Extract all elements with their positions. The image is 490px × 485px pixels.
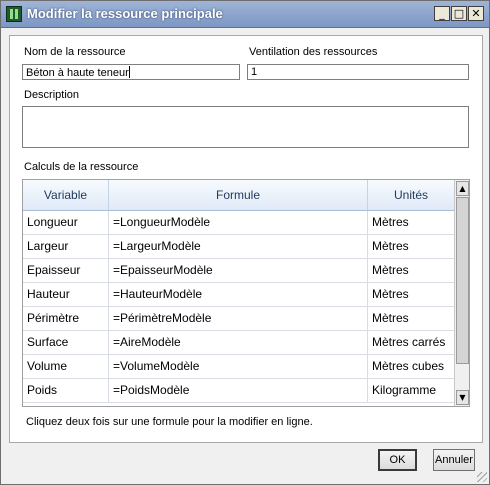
variable-cell: Hauteur bbox=[23, 283, 109, 306]
minimize-button[interactable]: _ bbox=[434, 6, 450, 21]
variable-cell: Volume bbox=[23, 355, 109, 378]
cancel-button[interactable]: Annuler bbox=[433, 449, 475, 471]
scroll-up-icon[interactable]: ▲ bbox=[456, 181, 469, 196]
formula-cell[interactable]: =PoidsModèle bbox=[109, 379, 368, 402]
resource-name-input[interactable]: Béton à haute teneur bbox=[22, 64, 240, 80]
variable-cell: Largeur bbox=[23, 235, 109, 258]
text-caret bbox=[128, 66, 130, 78]
unit-cell: Mètres bbox=[372, 311, 409, 325]
table-row[interactable]: Poids =PoidsModèle Kilogramme bbox=[23, 379, 454, 403]
formula-cell[interactable]: =VolumeModèle bbox=[109, 355, 368, 378]
formula-cell[interactable]: =LargeurModèle bbox=[109, 235, 368, 258]
edit-hint-text: Cliquez deux fois sur une formule pour l… bbox=[26, 416, 313, 428]
title-bar[interactable]: Modifier la ressource principale _ □ ✕ bbox=[1, 1, 489, 28]
grid-header: Variable Formule Unités bbox=[23, 180, 454, 211]
table-row[interactable]: Longueur =LongueurModèle Mètres bbox=[23, 211, 454, 235]
dialog-content: Nom de la ressource Béton à haute teneur… bbox=[9, 35, 483, 443]
resource-calculations-grid[interactable]: Variable Formule Unités Longueur =Longue… bbox=[22, 179, 470, 407]
resize-grip-icon[interactable] bbox=[477, 472, 487, 482]
table-row[interactable]: Hauteur =HauteurModèle Mètres bbox=[23, 283, 454, 307]
unit-cell: Kilogramme bbox=[372, 383, 437, 397]
maximize-button[interactable]: □ bbox=[451, 6, 467, 21]
ventilation-input[interactable]: 1 bbox=[247, 64, 469, 80]
calculations-label: Calculs de la ressource bbox=[24, 161, 139, 173]
ventilation-label: Ventilation des ressources bbox=[249, 46, 378, 58]
unit-cell: Mètres carrés bbox=[372, 335, 446, 349]
formula-cell[interactable]: =AireModèle bbox=[109, 331, 368, 354]
close-button[interactable]: ✕ bbox=[468, 6, 484, 21]
column-header-units[interactable]: Unités bbox=[368, 180, 454, 210]
table-row[interactable]: Volume =VolumeModèle Mètres cubes bbox=[23, 355, 454, 379]
table-row[interactable]: Largeur =LargeurModèle Mètres bbox=[23, 235, 454, 259]
ok-button[interactable]: OK bbox=[378, 449, 417, 471]
description-textarea[interactable] bbox=[22, 106, 469, 148]
scroll-down-icon[interactable]: ▼ bbox=[456, 390, 469, 405]
dialog-window: Modifier la ressource principale _ □ ✕ N… bbox=[0, 0, 490, 485]
resource-name-label: Nom de la ressource bbox=[24, 46, 126, 58]
unit-cell: Mètres bbox=[372, 239, 409, 253]
description-label: Description bbox=[24, 89, 80, 101]
variable-cell: Epaisseur bbox=[23, 259, 109, 282]
scrollbar-thumb[interactable] bbox=[456, 197, 469, 364]
grid-vertical-scrollbar[interactable]: ▲ ▼ bbox=[454, 180, 469, 406]
resource-name-value: Béton à haute teneur bbox=[26, 67, 129, 79]
formula-cell[interactable]: =LongueurModèle bbox=[109, 211, 368, 234]
formula-cell[interactable]: =HauteurModèle bbox=[109, 283, 368, 306]
table-row[interactable]: Surface =AireModèle Mètres carrés bbox=[23, 331, 454, 355]
column-header-formula[interactable]: Formule bbox=[109, 180, 368, 210]
variable-cell: Poids bbox=[23, 379, 109, 402]
variable-cell: Longueur bbox=[23, 211, 109, 234]
column-header-variable[interactable]: Variable bbox=[23, 180, 109, 210]
table-row[interactable]: Périmètre =PérimètreModèle Mètres bbox=[23, 307, 454, 331]
table-row[interactable]: Epaisseur =EpaisseurModèle Mètres bbox=[23, 259, 454, 283]
formula-cell[interactable]: =PérimètreModèle bbox=[109, 307, 368, 330]
unit-cell: Mètres bbox=[372, 287, 409, 301]
app-icon bbox=[6, 6, 22, 22]
formula-cell[interactable]: =EpaisseurModèle bbox=[109, 259, 368, 282]
window-title: Modifier la ressource principale bbox=[27, 6, 223, 21]
variable-cell: Surface bbox=[23, 331, 109, 354]
unit-cell: Mètres cubes bbox=[372, 359, 445, 373]
unit-cell: Mètres bbox=[372, 215, 409, 229]
variable-cell: Périmètre bbox=[23, 307, 109, 330]
unit-cell: Mètres bbox=[372, 263, 409, 277]
ventilation-value: 1 bbox=[251, 66, 258, 78]
